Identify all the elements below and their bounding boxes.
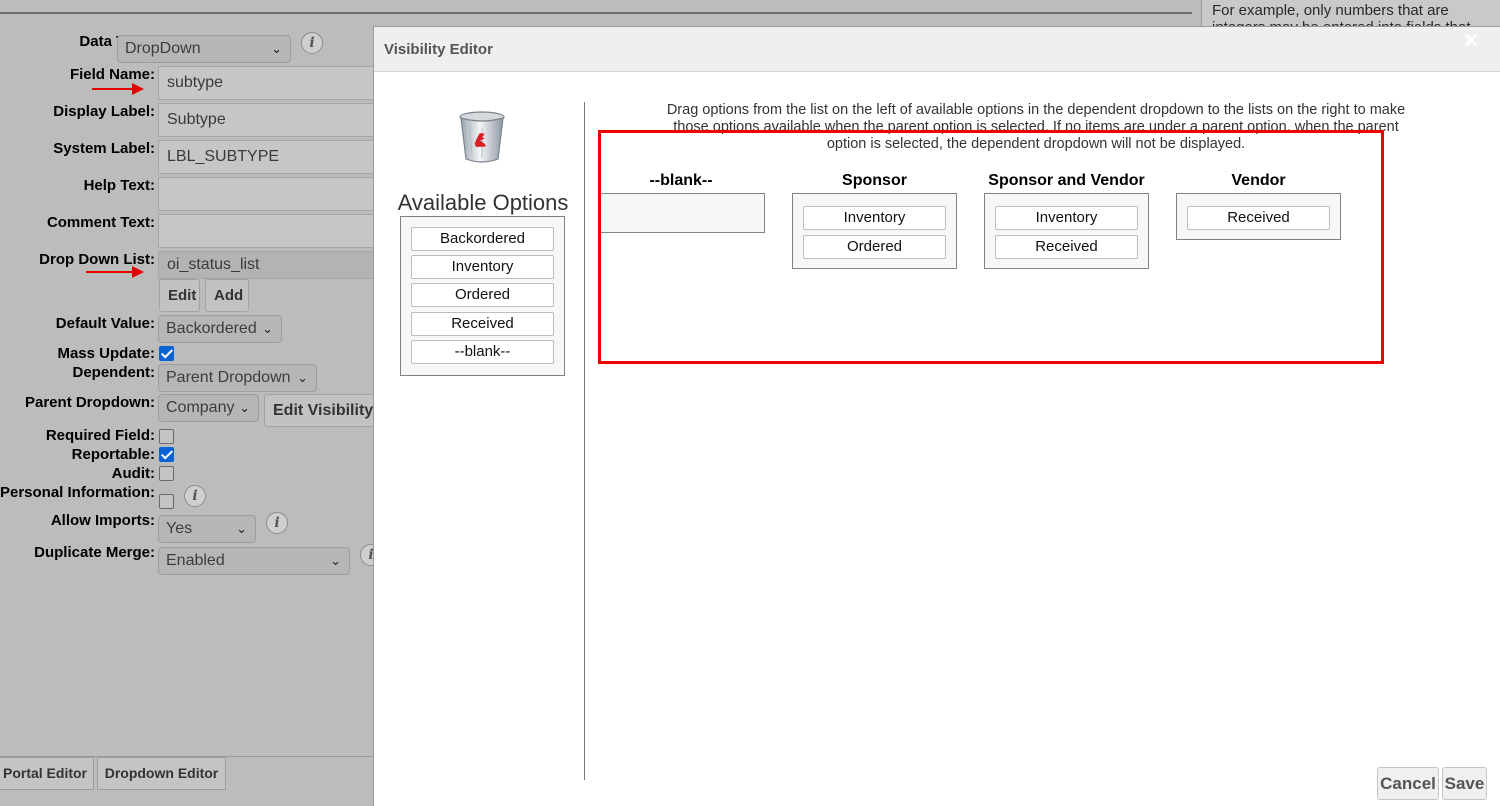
comment-text-label: Comment Text: (46, 214, 155, 231)
required-field-checkbox[interactable] (159, 429, 174, 444)
audit-checkbox[interactable] (159, 466, 174, 481)
personal-information-info-icon[interactable]: i (184, 485, 206, 507)
system-label-input[interactable]: LBL_SUBTYPE (158, 140, 388, 174)
data-type-info-icon[interactable]: i (301, 32, 323, 54)
help-text-input[interactable] (158, 177, 388, 211)
available-option[interactable]: Ordered (411, 283, 554, 307)
parent-dropdown-select[interactable]: Company ⌄ (158, 394, 259, 422)
allow-imports-select[interactable]: Yes ⌄ (158, 515, 256, 543)
reportable-checkbox[interactable] (159, 447, 174, 462)
comment-text-input[interactable] (158, 214, 388, 248)
duplicate-merge-label: Duplicate Merge: (34, 544, 155, 561)
available-options-list: Backordered Inventory Ordered Received -… (400, 216, 565, 376)
available-option[interactable]: Backordered (411, 227, 554, 251)
drop-down-edit-button[interactable]: Edit (159, 279, 200, 312)
vertical-divider (584, 102, 585, 780)
duplicate-merge-select[interactable]: Enabled ⌄ (158, 547, 350, 575)
reportable-label: Reportable: (71, 446, 155, 463)
red-arrow-annotation (86, 266, 144, 278)
system-label-label: System Label: (53, 140, 155, 157)
field-name-label: Field Name: (69, 66, 155, 83)
audit-label: Audit: (111, 465, 155, 482)
drop-down-add-button[interactable]: Add (205, 279, 249, 312)
chevron-down-icon: ⌄ (239, 400, 250, 415)
edit-visibility-button[interactable]: Edit Visibility (264, 394, 379, 427)
available-options-title: Available Options (397, 190, 569, 215)
mass-update-checkbox[interactable] (159, 346, 174, 361)
dialog-header: Visibility Editor × (374, 27, 1500, 72)
parent-dropdown-label: Parent Dropdown: (25, 394, 155, 411)
required-field-label: Required Field: (45, 427, 155, 444)
display-label-label: Display Label: (53, 103, 155, 120)
save-button[interactable]: Save (1442, 767, 1487, 800)
help-text-label: Help Text: (83, 177, 155, 194)
data-type-select[interactable]: DropDown ⌄ (117, 35, 291, 63)
chevron-down-icon: ⌄ (236, 521, 247, 536)
personal-information-checkbox[interactable] (159, 494, 174, 509)
dependent-select[interactable]: Parent Dropdown ⌄ (158, 364, 317, 392)
allow-imports-info-icon[interactable]: i (266, 512, 288, 534)
display-label-input[interactable]: Subtype (158, 103, 388, 137)
portal-editor-button[interactable]: Portal Editor (0, 757, 94, 790)
chevron-down-icon: ⌄ (297, 370, 308, 385)
chevron-down-icon: ⌄ (330, 553, 341, 568)
available-option[interactable]: Received (411, 312, 554, 336)
available-option[interactable]: --blank-- (411, 340, 554, 364)
dependent-label: Dependent: (72, 364, 156, 381)
dropdown-editor-button[interactable]: Dropdown Editor (97, 757, 226, 790)
mass-update-label: Mass Update: (57, 345, 155, 362)
cancel-button[interactable]: Cancel (1377, 767, 1439, 800)
default-value-select[interactable]: Backordered ⌄ (158, 315, 282, 343)
default-value-label: Default Value: (55, 315, 155, 332)
visibility-editor-dialog: Visibility Editor × Available Options Ba… (373, 26, 1500, 806)
chevron-down-icon: ⌄ (271, 41, 282, 56)
red-highlight-annotation (598, 130, 1384, 364)
red-arrow-annotation (92, 83, 144, 95)
dialog-title: Visibility Editor (384, 41, 493, 58)
chevron-down-icon: ⌄ (262, 321, 273, 336)
top-rule (0, 12, 1192, 14)
available-option[interactable]: Inventory (411, 255, 554, 279)
close-icon[interactable]: × (1464, 27, 1478, 55)
drop-down-list-select[interactable]: oi_status_list (158, 251, 388, 279)
field-name-input[interactable]: subtype (158, 66, 388, 100)
allow-imports-label: Allow Imports: (50, 512, 155, 529)
trash-icon[interactable] (458, 110, 506, 164)
personal-information-label: Personal Information: (0, 484, 155, 501)
